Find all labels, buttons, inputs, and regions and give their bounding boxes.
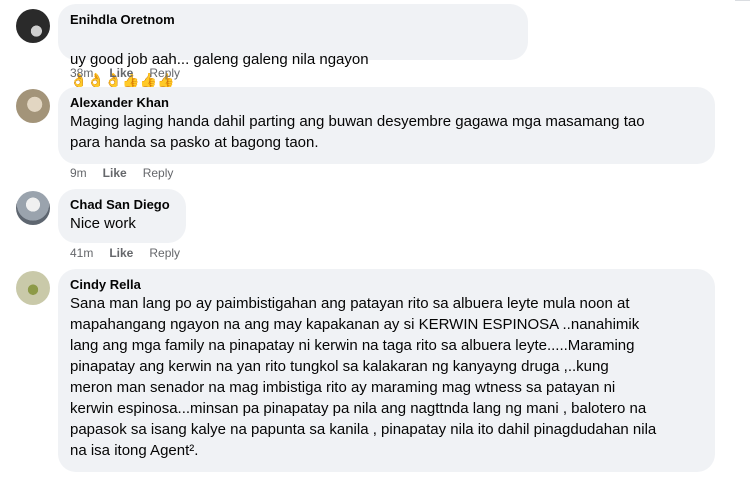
comment-actions: 41m Like Reply (70, 245, 180, 261)
comment-author[interactable]: Alexander Khan (70, 94, 703, 111)
comment-text: uy good job aah... galeng galeng nila ng… (70, 28, 516, 91)
avatar[interactable] (16, 89, 50, 123)
comment-author[interactable]: Chad San Diego (70, 196, 174, 213)
comment-time[interactable]: 41m (70, 245, 93, 261)
comment-bubble: Cindy Rella Sana man lang po ay paimbist… (58, 269, 715, 472)
comment-author[interactable]: Cindy Rella (70, 276, 703, 293)
avatar[interactable] (16, 271, 50, 305)
comment-text: Maging laging handa dahil parting ang bu… (70, 113, 645, 151)
comment-time[interactable]: 9m (70, 165, 87, 181)
comment-author[interactable]: Enihdla Oretnom (70, 11, 516, 28)
avatar[interactable] (16, 9, 50, 43)
comment-bubble: Alexander Khan Maging laging handa dahil… (58, 87, 715, 164)
comment-time[interactable]: 38m (70, 65, 93, 81)
comment-actions: 38m Like Reply (70, 65, 180, 81)
comment-bubble: Enihdla Oretnom uy good job aah... galen… (58, 4, 528, 88)
reply-button[interactable]: Reply (149, 65, 180, 81)
reply-button[interactable]: Reply (143, 165, 174, 181)
like-button[interactable]: Like (109, 65, 133, 81)
like-button[interactable]: Like (109, 245, 133, 261)
divider (735, 0, 750, 1)
like-button[interactable]: Like (103, 165, 127, 181)
comment-text: Nice work (70, 215, 136, 232)
comment-actions: 9m Like Reply (70, 165, 173, 181)
comment-bubble: Chad San Diego Nice work (58, 189, 186, 243)
avatar[interactable] (16, 191, 50, 225)
comment-text: Sana man lang po ay paimbistigahan ang p… (70, 295, 657, 459)
reply-button[interactable]: Reply (149, 245, 180, 261)
